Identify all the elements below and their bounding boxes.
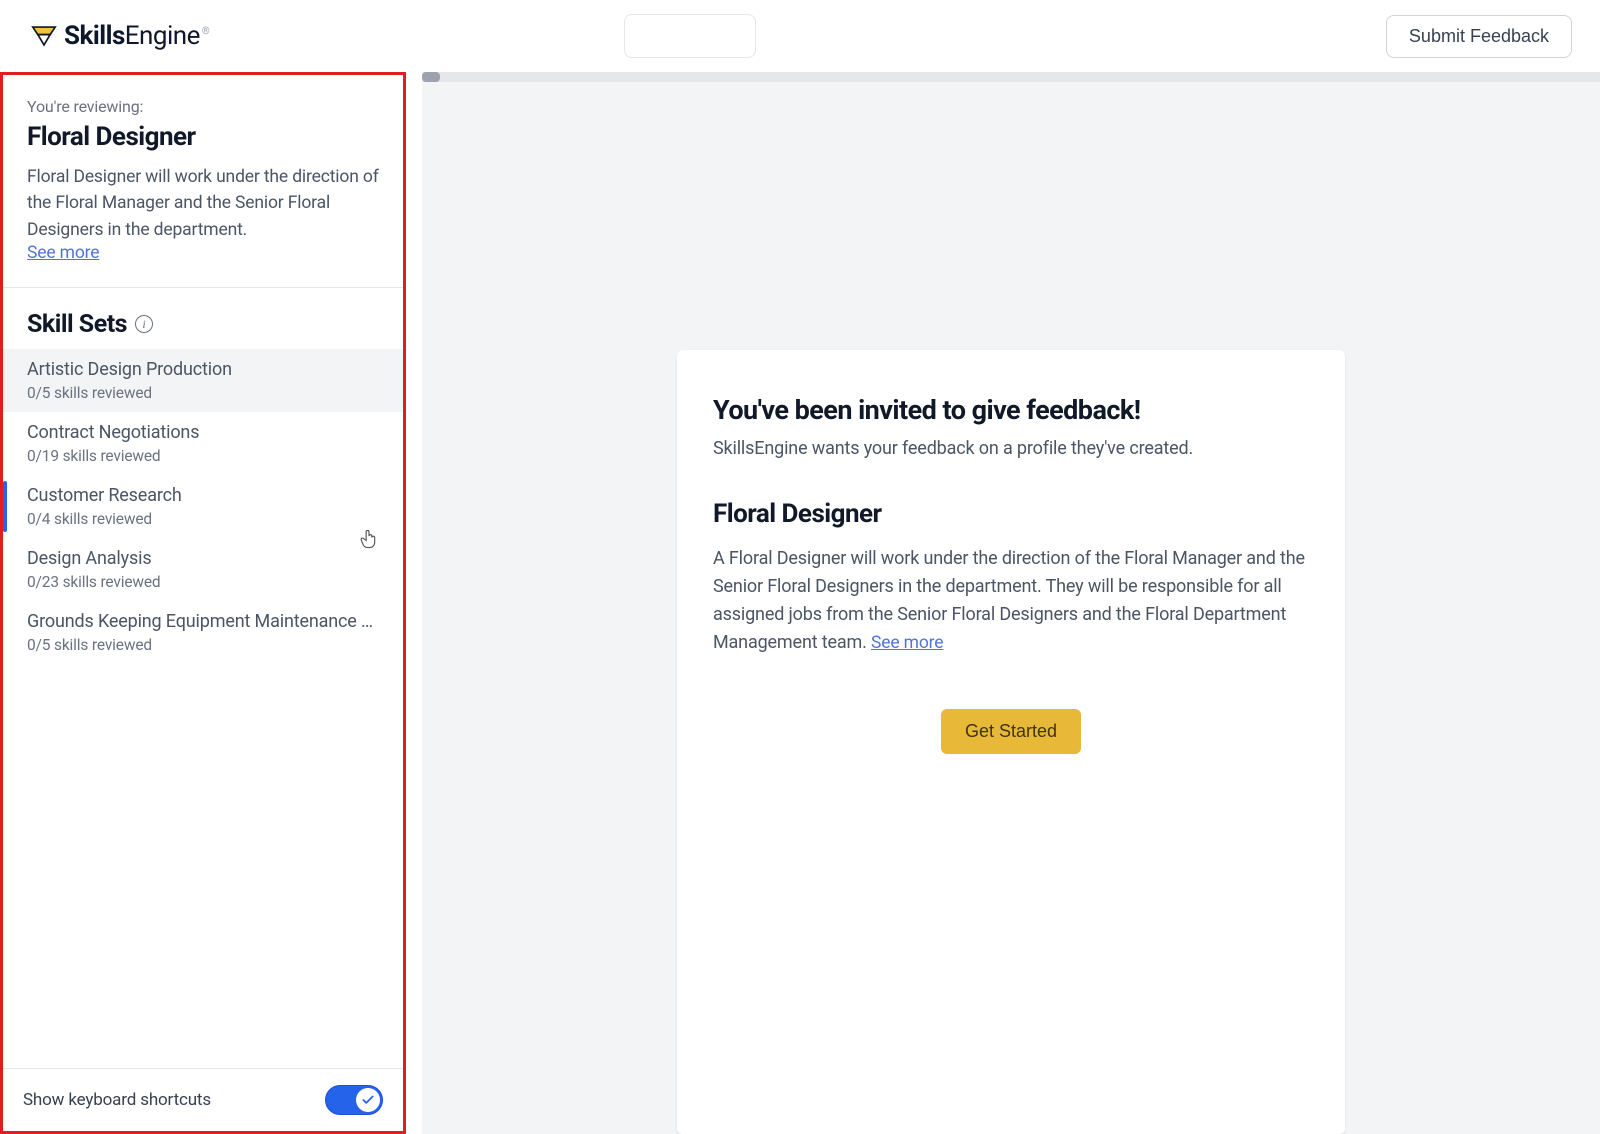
- skill-set-name: Contract Negotiations: [27, 422, 379, 443]
- app-header: SkillsEngine® Submit Feedback: [0, 0, 1600, 72]
- header-center-button[interactable]: [624, 14, 756, 58]
- skill-set-progress: 0/23 skills reviewed: [27, 573, 379, 591]
- toggle-knob: [356, 1088, 380, 1112]
- skill-set-item[interactable]: Design Analysis 0/23 skills reviewed: [3, 538, 403, 601]
- skill-set-name: Customer Research: [27, 485, 379, 506]
- sidebar: You're reviewing: Floral Designer Floral…: [0, 72, 406, 1134]
- invite-title: You've been invited to give feedback!: [713, 394, 1309, 426]
- invite-card: You've been invited to give feedback! Sk…: [677, 350, 1345, 1134]
- card-see-more-link[interactable]: See more: [871, 633, 943, 653]
- sidebar-job-desc: Floral Designer will work under the dire…: [27, 164, 379, 243]
- main-panel: You've been invited to give feedback! Sk…: [406, 72, 1600, 1134]
- skill-sets-title: Skill Sets: [27, 310, 127, 339]
- sidebar-job-title: Floral Designer: [27, 122, 379, 152]
- progress-bar: [422, 72, 1600, 82]
- skill-set-item[interactable]: Customer Research 0/4 skills reviewed: [3, 475, 403, 538]
- app-logo[interactable]: SkillsEngine®: [30, 21, 207, 51]
- keyboard-shortcuts-toggle[interactable]: [325, 1085, 383, 1115]
- skill-set-name: Artistic Design Production: [27, 359, 379, 380]
- skill-set-name: Design Analysis: [27, 548, 379, 569]
- sidebar-review-block: You're reviewing: Floral Designer Floral…: [3, 75, 403, 281]
- sidebar-see-more-link[interactable]: See more: [27, 243, 99, 263]
- card-job-title: Floral Designer: [713, 499, 1309, 529]
- info-icon[interactable]: i: [135, 315, 153, 333]
- progress-fill: [422, 72, 440, 82]
- skill-set-progress: 0/5 skills reviewed: [27, 636, 379, 654]
- header-center-placeholder: [624, 14, 756, 58]
- skill-set-item[interactable]: Contract Negotiations 0/19 skills review…: [3, 412, 403, 475]
- skill-set-item[interactable]: Artistic Design Production 0/5 skills re…: [3, 349, 403, 412]
- skill-set-progress: 0/19 skills reviewed: [27, 447, 379, 465]
- skill-set-item[interactable]: Grounds Keeping Equipment Maintenance an…: [3, 601, 403, 664]
- reviewing-label: You're reviewing:: [27, 97, 379, 116]
- submit-feedback-button[interactable]: Submit Feedback: [1386, 15, 1572, 58]
- skill-sets-list: Artistic Design Production 0/5 skills re…: [3, 349, 403, 1068]
- skill-set-progress: 0/4 skills reviewed: [27, 510, 379, 528]
- keyboard-shortcuts-label: Show keyboard shortcuts: [23, 1090, 211, 1110]
- main-body: You've been invited to give feedback! Sk…: [422, 82, 1600, 1134]
- logo-mark-icon: [30, 22, 58, 50]
- invite-subtext: SkillsEngine wants your feedback on a pr…: [713, 438, 1309, 459]
- skill-set-name: Grounds Keeping Equipment Maintenance an…: [27, 611, 379, 632]
- logo-text: SkillsEngine®: [64, 21, 207, 51]
- skill-set-progress: 0/5 skills reviewed: [27, 384, 379, 402]
- get-started-button[interactable]: Get Started: [941, 709, 1081, 754]
- skill-sets-header: Skill Sets i: [3, 288, 403, 349]
- card-job-body: A Floral Designer will work under the di…: [713, 545, 1309, 657]
- sidebar-footer: Show keyboard shortcuts: [3, 1068, 403, 1131]
